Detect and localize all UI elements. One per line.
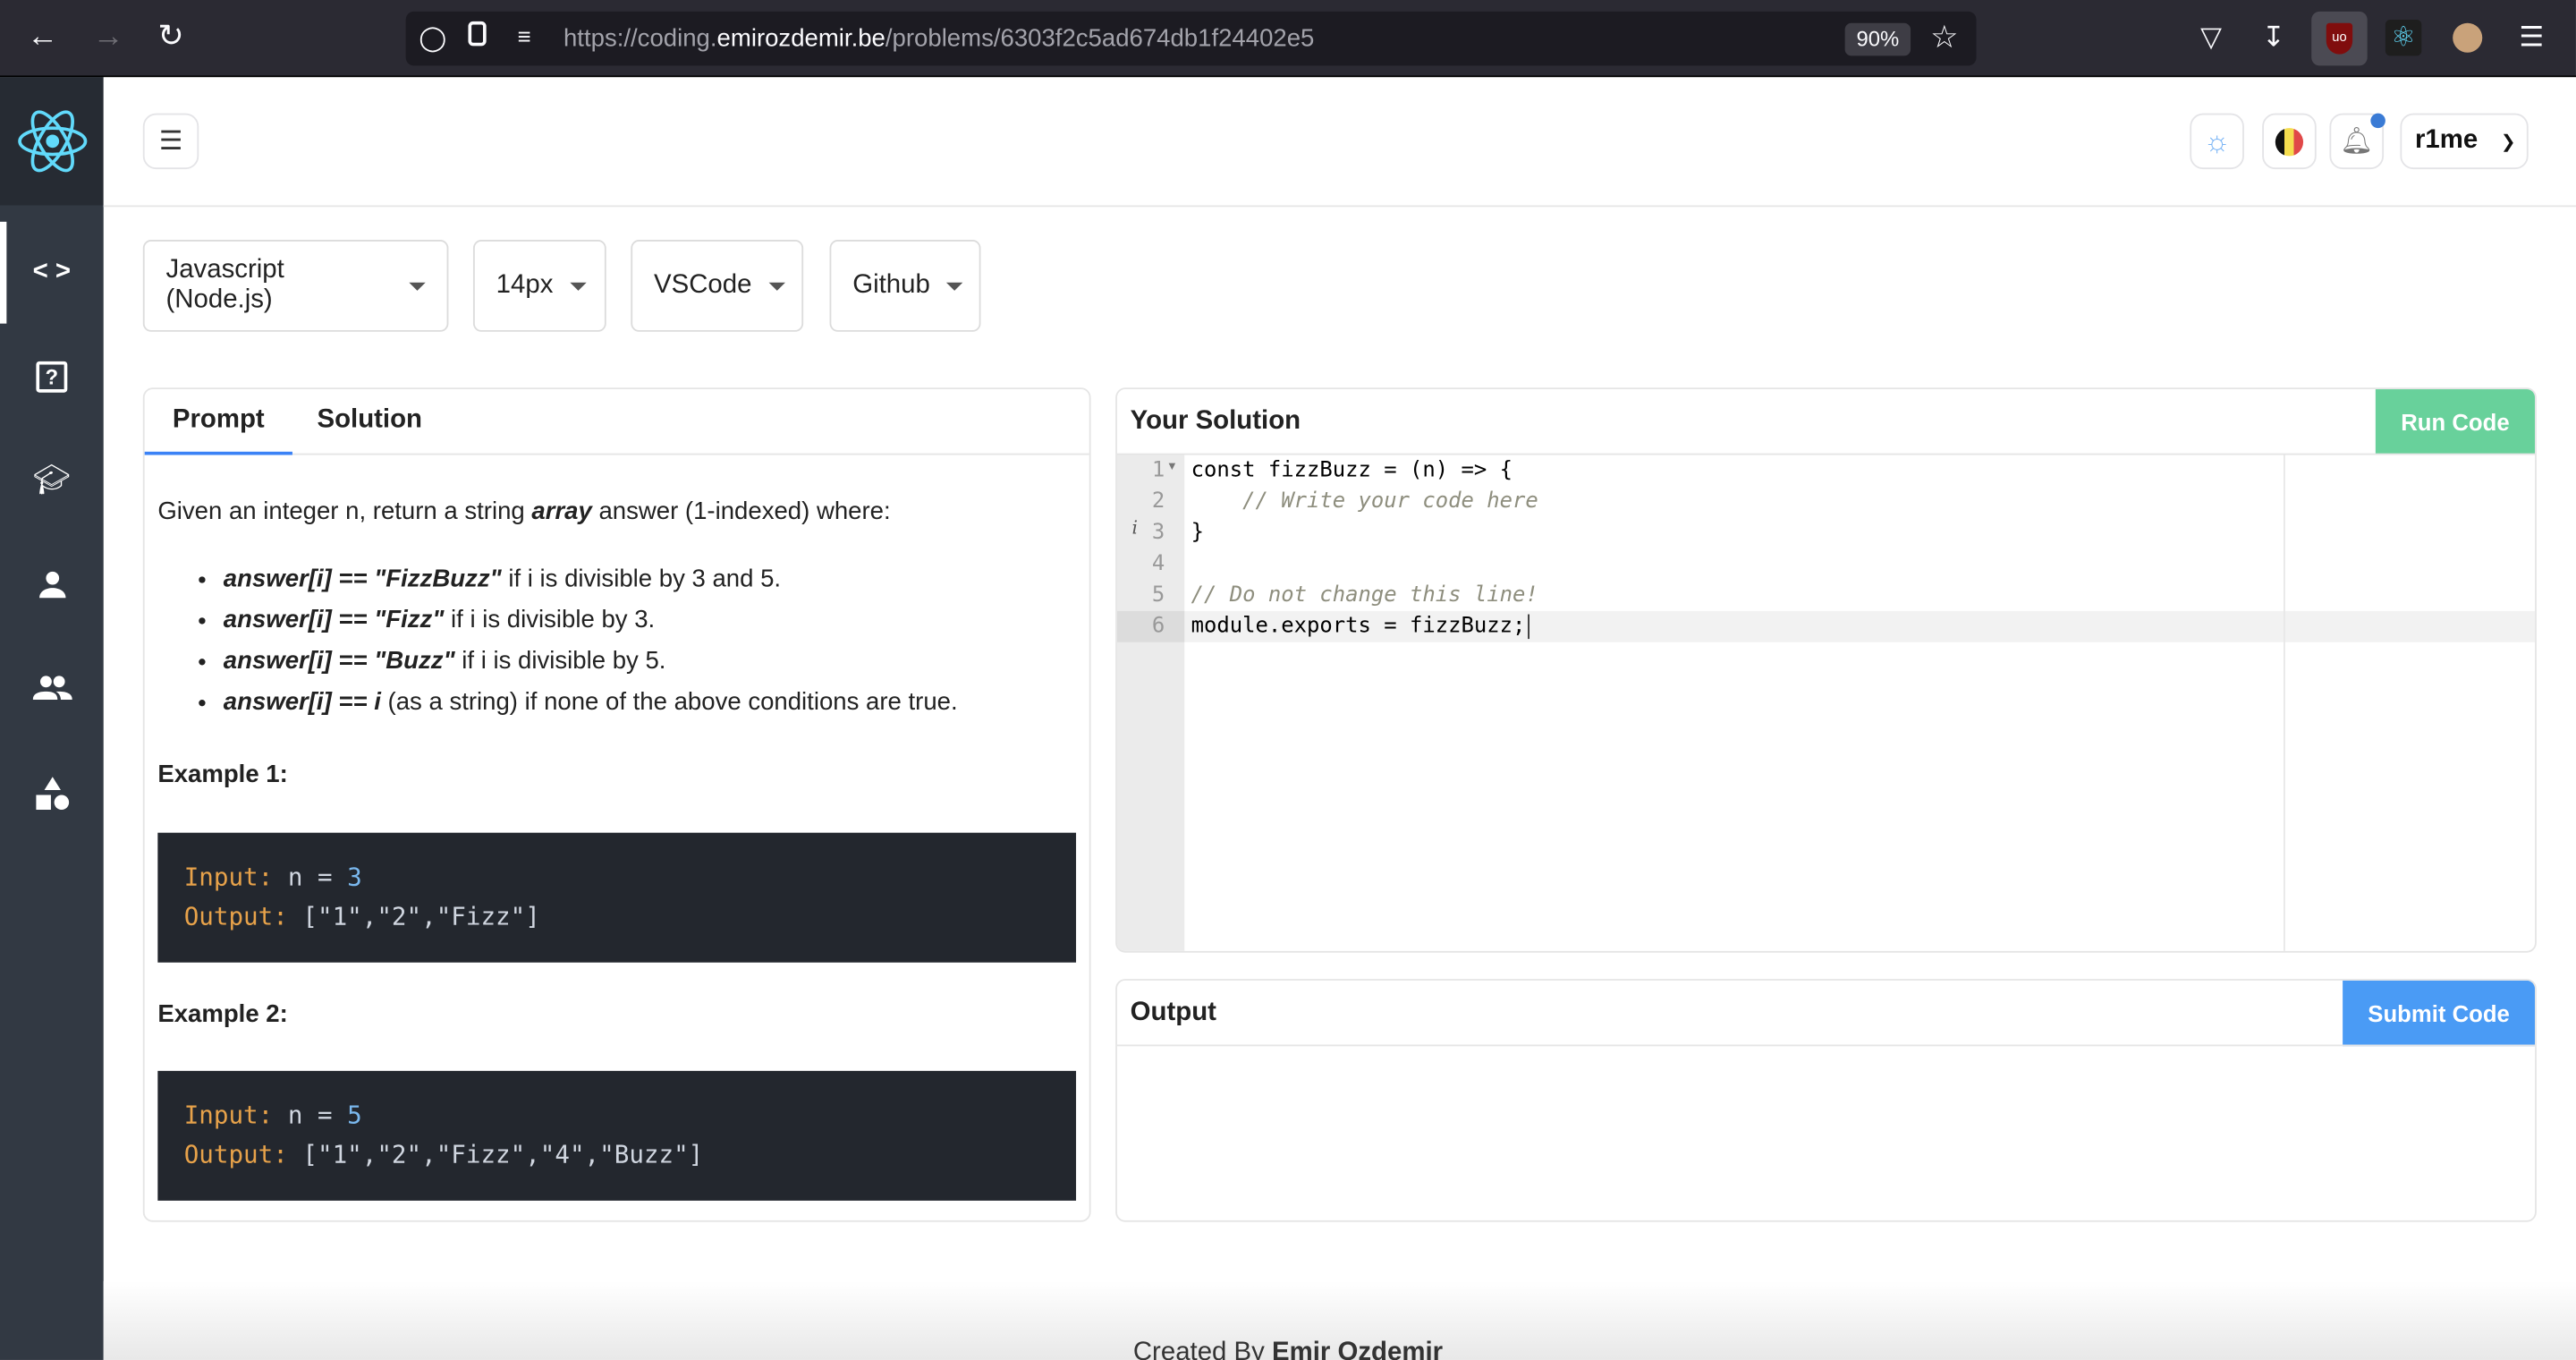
notification-dot <box>2370 113 2385 129</box>
footer-credit: Created By Emir Ozdemir <box>104 1339 2473 1360</box>
username: r1me <box>2414 126 2479 155</box>
sidebar-item-quiz[interactable]: ? <box>0 325 104 427</box>
problem-description: Given an integer n, return a string arra… <box>157 491 1078 723</box>
example-1-code: Input: n = 3 Output: ["1","2","Fizz"] <box>157 832 1077 963</box>
person-icon <box>38 571 65 599</box>
line-numbers: 1 2 3 4 5 6 <box>1117 455 1184 642</box>
sidebar: < > ? 🎓︎ <box>0 77 104 1360</box>
theme-select[interactable]: Github <box>829 240 981 332</box>
sidebar-item-profile[interactable] <box>0 534 104 636</box>
code-line: // Write your code here <box>1242 489 1538 514</box>
caret-down-icon <box>569 281 587 291</box>
code-icon: < > <box>32 258 72 286</box>
caret-down-icon <box>409 281 426 291</box>
belgium-flag-icon <box>2275 127 2304 156</box>
ublock-icon: uo <box>2326 22 2353 55</box>
ublock-extension[interactable]: uo <box>2311 11 2368 66</box>
shapes-icon <box>35 777 69 811</box>
keybinding-select[interactable]: VSCode <box>631 240 804 332</box>
language-button[interactable] <box>2262 113 2317 170</box>
sidebar-item-categories[interactable] <box>0 743 104 845</box>
solution-title: Your Solution <box>1130 407 1301 436</box>
shield-icon[interactable]: ◯ <box>419 23 446 53</box>
intro-text: Given an integer n, return a string arra… <box>157 497 891 526</box>
font-size-select[interactable]: 14px <box>472 240 606 332</box>
language-value: Javascript (Node.js) <box>165 256 284 314</box>
url-bar[interactable]: ◯ ≡ https://coding.emirozdemir.be/proble… <box>405 11 1977 66</box>
sidebar-item-people[interactable] <box>0 637 104 739</box>
permissions-icon[interactable]: ≡ <box>518 23 531 49</box>
pocket-icon[interactable]: ▽ <box>2193 20 2229 55</box>
example-2-code: Input: n = 5 Output: ["1","2","Fizz","4"… <box>157 1070 1077 1201</box>
output-title: Output <box>1130 999 1216 1027</box>
app-menu-icon[interactable]: ☰ <box>2513 20 2549 55</box>
theme-value: Github <box>852 270 930 300</box>
list-item: answer[i] == i (as a string) if none of … <box>224 682 1078 723</box>
hamburger-icon: ☰ <box>158 128 183 157</box>
logo[interactable] <box>0 77 104 206</box>
caret-down-icon <box>767 281 785 291</box>
sidebar-item-school[interactable]: 🎓︎ <box>0 429 104 531</box>
lock-icon[interactable] <box>468 21 487 47</box>
browser-toolbar: ← → ↻ ◯ ≡ https://coding.emirozdemir.be/… <box>0 0 2576 78</box>
profile-avatar-icon[interactable] <box>2453 22 2483 53</box>
line-number: 4 <box>1151 551 1165 577</box>
bookmark-star-icon[interactable]: ☆ <box>1930 20 1958 57</box>
back-icon[interactable]: ← <box>25 20 61 55</box>
notifications-button[interactable]: 🔔︎ <box>2329 113 2385 170</box>
theme-toggle-button[interactable]: ☼ <box>2190 113 2244 170</box>
tab-solution[interactable]: Solution <box>292 389 447 455</box>
fold-arrow-icon[interactable]: ▼ <box>1166 462 1178 473</box>
info-annotation-icon[interactable]: i <box>1131 517 1137 539</box>
line-number: 5 <box>1151 582 1165 608</box>
example-1-title: Example 1: <box>157 760 288 789</box>
line-number: 3 <box>1151 520 1165 546</box>
author-link[interactable]: Emir Ozdemir <box>1272 1339 1443 1360</box>
text-cursor <box>1527 614 1530 640</box>
school-icon: 🎓︎ <box>32 462 71 496</box>
tab-prompt[interactable]: Prompt <box>144 389 292 455</box>
react-logo-icon <box>18 110 88 173</box>
list-item: answer[i] == "FizzBuzz" if i is divisibl… <box>224 558 1078 599</box>
keybinding-value: VSCode <box>654 270 752 300</box>
font-size-value: 14px <box>496 270 554 300</box>
output-panel: Output Submit Code <box>1115 979 2537 1222</box>
list-item: answer[i] == "Fizz" if i is divisible by… <box>224 599 1078 641</box>
caret-down-icon <box>946 281 963 291</box>
code-line: module.exports = fizzBuzz; <box>1184 611 2531 642</box>
code-line: const fizzBuzz = (n) => { <box>1191 458 1513 483</box>
solution-panel: Your Solution Run Code 1 2 3 4 5 6 ▼ i c… <box>1115 387 2537 953</box>
quiz-icon: ? <box>35 360 69 392</box>
react-devtools-icon[interactable]: ⚛ <box>2385 20 2422 56</box>
line-number: 6 <box>1151 614 1165 640</box>
user-menu-button[interactable]: r1me ❯ <box>2400 113 2529 170</box>
sun-icon: ☼ <box>2203 123 2231 157</box>
forward-icon[interactable]: → <box>90 20 126 55</box>
submit-code-button[interactable]: Submit Code <box>2343 980 2536 1047</box>
people-icon <box>31 676 72 701</box>
language-select[interactable]: Javascript (Node.js) <box>142 240 449 332</box>
code-editor[interactable]: const fizzBuzz = (n) => { // Write your … <box>1184 455 2531 642</box>
zoom-level[interactable]: 90% <box>1844 22 1911 56</box>
rules-list: answer[i] == "FizzBuzz" if i is divisibl… <box>224 558 1078 723</box>
bell-icon: 🔔︎ <box>2340 128 2374 157</box>
code-line: // Do not change this line! <box>1191 582 1538 608</box>
menu-toggle-button[interactable]: ☰ <box>142 113 199 170</box>
prompt-panel: Prompt Solution Given an integer n, retu… <box>142 387 1091 1222</box>
example-2-title: Example 2: <box>157 999 288 1029</box>
code-line: } <box>1191 520 1204 546</box>
url-text[interactable]: https://coding.emirozdemir.be/problems/6… <box>564 25 1314 53</box>
sidebar-item-code[interactable]: < > <box>0 221 104 324</box>
reload-icon[interactable]: ↻ <box>153 20 189 55</box>
download-icon[interactable]: ↧ <box>2256 20 2292 55</box>
footer: Created By Emir Ozdemir <box>103 1280 2576 1360</box>
run-code-button[interactable]: Run Code <box>2375 389 2536 455</box>
app-header: ☰ ☼ 🔔︎ r1me ❯ <box>103 77 2576 208</box>
line-number: 2 <box>1151 489 1165 514</box>
chevron-down-icon: ❯ <box>2500 132 2516 152</box>
list-item: answer[i] == "Buzz" if i is divisible by… <box>224 641 1078 682</box>
